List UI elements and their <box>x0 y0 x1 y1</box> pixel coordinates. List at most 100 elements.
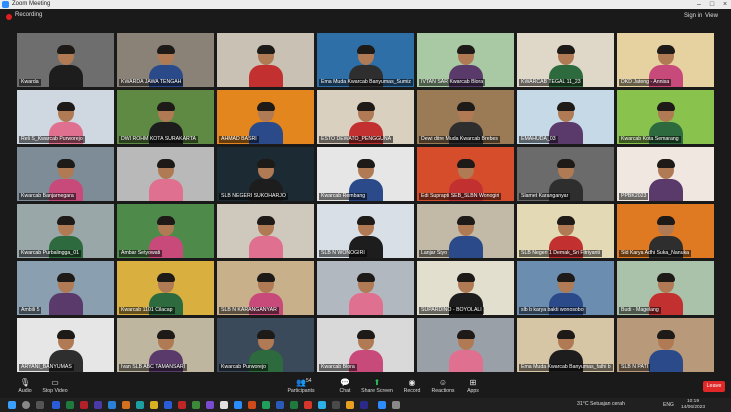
taskbar-app-icon[interactable] <box>304 401 312 409</box>
participant-tile[interactable]: Ivan SLB ABC TAMANSARI <box>117 318 214 372</box>
taskbar-app-icon[interactable] <box>206 401 214 409</box>
participant-tile[interactable]: Budi - Magelang <box>617 261 714 315</box>
participant-tile[interactable] <box>117 147 214 201</box>
maximize-icon[interactable]: □ <box>706 0 718 9</box>
language-indicator[interactable]: ENG <box>663 402 674 408</box>
participant-video <box>648 330 683 372</box>
participant-tile[interactable]: AHMAD BASRI <box>217 90 314 144</box>
taskbar-app-icon[interactable] <box>66 401 74 409</box>
taskbar-app-icon[interactable] <box>360 401 368 409</box>
taskbar-app-icon[interactable] <box>290 401 298 409</box>
participant-tile[interactable]: Sld Karya Adhi Suka_Nanuka <box>617 204 714 258</box>
participant-tile[interactable]: Kwarcab Blora <box>317 318 414 372</box>
clock[interactable]: 10:19 14/06/2023 <box>681 399 705 411</box>
participant-tile[interactable]: Kwarda <box>17 33 114 87</box>
participant-tile[interactable] <box>217 33 314 87</box>
participant-tile[interactable] <box>217 204 314 258</box>
taskbar-app-icon[interactable] <box>122 401 130 409</box>
participant-tile[interactable]: Ambili 5 <box>17 261 114 315</box>
participant-tile[interactable] <box>317 261 414 315</box>
meeting-header: Recording Sign in View <box>0 9 731 25</box>
taskbar-app-icon[interactable] <box>108 401 116 409</box>
participant-tile[interactable]: SUPARDINO - BOYOLALI <box>417 261 514 315</box>
taskbar-app-icon[interactable] <box>136 401 144 409</box>
apps-button[interactable]: ⊞ Apps <box>454 378 492 395</box>
taskbar-app-icon[interactable] <box>392 401 400 409</box>
leave-button[interactable]: Leave <box>703 381 725 392</box>
window-title: Zoom Meeting <box>12 1 51 7</box>
participant-tile[interactable]: Dewi ditre Muda Kwarcab Brebes <box>417 90 514 144</box>
taskbar-app-icon[interactable] <box>52 401 60 409</box>
participant-tile[interactable]: Kwarcab 1101 Cilacap <box>117 261 214 315</box>
taskbar-app-icon[interactable] <box>178 401 186 409</box>
participant-tile[interactable]: Kwarcab Purbalingga_01 <box>17 204 114 258</box>
participant-tile[interactable]: Edi Suprapti SEB_SLBN Wonogiri <box>417 147 514 201</box>
participant-tile[interactable]: SLB Negeri 1 Demak_Sri Fitriyanti <box>517 204 614 258</box>
participant-tile[interactable]: SLB NEGERI SUKOHARJO <box>217 147 314 201</box>
participants-button[interactable]: 👥 54 Participants <box>282 378 320 395</box>
participant-tile[interactable]: DWI ROHM KOTA SURAKARTA <box>117 90 214 144</box>
taskbar-app-icon[interactable] <box>80 401 88 409</box>
task-view-icon[interactable] <box>36 401 44 409</box>
participant-name: Kwarcab Blora <box>319 364 357 371</box>
participant-name: Lanjar Siyo <box>419 250 449 257</box>
participant-tile[interactable]: Reli S_Kwarcab Purworejo <box>17 90 114 144</box>
participant-tile[interactable]: SLB N WONOGIRI <box>317 204 414 258</box>
weather-widget[interactable]: 31°C Setuajan cerah <box>577 401 625 407</box>
taskbar-app-icon[interactable] <box>220 401 228 409</box>
minimize-icon[interactable]: – <box>693 0 705 9</box>
participant-tile[interactable]: ESTO DEWATO_PENGGUNA <box>317 90 414 144</box>
close-icon[interactable]: × <box>719 0 731 9</box>
recording-icon <box>6 14 12 20</box>
participant-count: 54 <box>306 378 312 384</box>
taskbar-app-icon[interactable] <box>318 401 326 409</box>
participant-tile[interactable] <box>417 318 514 372</box>
participant-tile[interactable]: SLB N PATI <box>617 318 714 372</box>
taskbar-app-icon[interactable] <box>234 401 242 409</box>
participant-tile[interactable]: Kwarcab Kota Semarang <box>617 90 714 144</box>
stop-video-button[interactable]: ▭ Stop Video <box>36 378 74 395</box>
start-icon[interactable] <box>8 401 16 409</box>
participant-tile[interactable]: ARYANI_BANYUMAS <box>17 318 114 372</box>
participant-tile[interactable]: IVTAN SAR Kwarcab Blora <box>417 33 514 87</box>
sign-in-button[interactable]: Sign in <box>684 13 702 19</box>
participant-tile[interactable]: EMAHUDA_03 <box>517 90 614 144</box>
participant-name: ESTO DEWATO_PENGGUNA <box>319 136 394 143</box>
apps-icon: ⊞ <box>469 378 477 387</box>
participant-name: KWARCAB TEGAL 11_23 <box>519 79 583 86</box>
taskbar-app-icon[interactable] <box>164 401 172 409</box>
taskbar-app-icon[interactable] <box>262 401 270 409</box>
participant-tile[interactable]: Ema Muda Kwarcab Banyumas_Sumiz <box>317 33 414 87</box>
participant-tile[interactable]: Kwarcab Rembang <box>317 147 414 201</box>
view-button[interactable]: View <box>705 13 718 19</box>
participant-tile[interactable]: Slamet Karanganyar <box>517 147 614 201</box>
participant-name: Kwarcab Purbalingga_01 <box>19 250 81 257</box>
taskbar-app-icon[interactable] <box>150 401 158 409</box>
participant-tile[interactable]: PPBK2023 <box>617 147 714 201</box>
zoom-taskbar-icon[interactable] <box>378 401 386 409</box>
taskbar-app-icon[interactable] <box>346 401 354 409</box>
participant-tile[interactable]: Kwarcab Banjarnegara <box>17 147 114 201</box>
participant-video <box>648 159 683 201</box>
participant-name: Ema Muda Kwarcab Banyumas_fathi b <box>519 364 613 371</box>
participant-tile[interactable]: KWARDA JAWA TENGAH <box>117 33 214 87</box>
participant-tile[interactable]: Kwarcab Purworejo <box>217 318 314 372</box>
taskbar-app-icon[interactable] <box>192 401 200 409</box>
taskbar-app-icon[interactable] <box>276 401 284 409</box>
participant-name: Ambar Setyowati <box>119 250 163 257</box>
participant-tile[interactable]: KWARCAB TEGAL 11_23 <box>517 33 614 87</box>
taskbar-app-icon[interactable] <box>94 401 102 409</box>
taskbar-app-icon[interactable] <box>248 401 256 409</box>
participant-video <box>48 45 83 87</box>
participant-tile[interactable]: Ema Muda Kwarcab Banyumas_fathi b <box>517 318 614 372</box>
participant-tile[interactable]: Lanjar Siyo <box>417 204 514 258</box>
participant-tile[interactable]: SLB N KARANGANYAR <box>217 261 314 315</box>
search-icon[interactable] <box>22 401 30 409</box>
title-bar: Zoom Meeting – □ × <box>0 0 731 9</box>
participant-tile[interactable]: slb b karya bakti wonosobo <box>517 261 614 315</box>
participant-name: SLB Negeri 1 Demak_Sri Fitriyanti <box>519 250 602 257</box>
taskbar-app-icon[interactable] <box>332 401 340 409</box>
share-screen-button[interactable]: ⬆ Share Screen <box>358 378 396 395</box>
participant-tile[interactable]: Ambar Setyowati <box>117 204 214 258</box>
participant-tile[interactable]: DKD Jateng - Annisa <box>617 33 714 87</box>
